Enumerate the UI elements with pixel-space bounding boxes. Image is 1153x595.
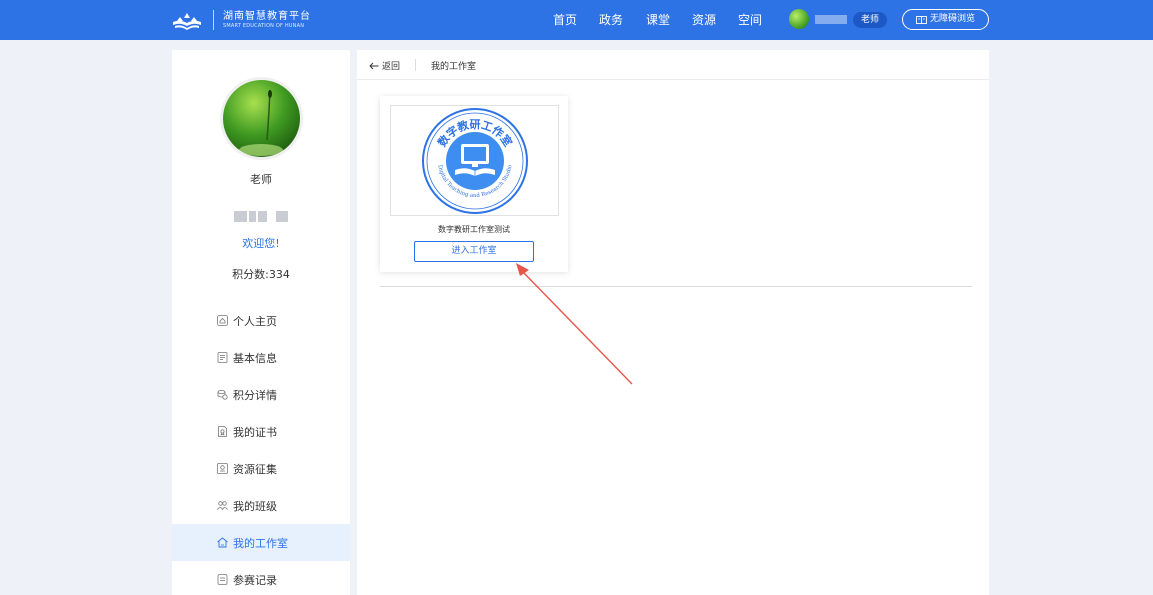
sidebar-item-basic-info[interactable]: 基本信息 [172,339,350,376]
sidebar-item-my-class[interactable]: 我的班级 [172,487,350,524]
points-value: 334 [268,268,290,281]
certificate-icon [218,426,227,437]
sidebar-item-points-detail[interactable]: 积分详情 [172,376,350,413]
resource-icon [217,463,228,474]
sidebar-item-resource-collection[interactable]: 资源征集 [172,450,350,487]
top-navigation-bar: 湖南智慧教育平台 SMART EDUCATION OF HUNAN 首页 政务 … [0,0,1153,40]
sidebar-item-label: 个人主页 [233,314,277,328]
platform-logo[interactable]: 湖南智慧教育平台 SMART EDUCATION OF HUNAN [172,7,311,33]
breadcrumb-divider [415,59,416,71]
accessibility-label: 无障碍浏览 [929,14,975,24]
studio-title: 数字教研工作室测试 [438,225,510,234]
accessibility-button[interactable]: 无障碍浏览 [902,9,989,30]
book-logo-icon [173,13,201,30]
sidebar-item-personal-home[interactable]: 个人主页 [172,302,350,339]
sidebar-item-label: 参赛记录 [233,573,277,587]
sidebar-item-label: 我的班级 [233,499,277,513]
accessibility-book-icon [916,15,927,24]
sidebar: 老师 欢迎您! 积分数:334 个人主页 基本信息 积分详情 我的证书 资源征集… [172,50,350,595]
nav-government[interactable]: 政务 [599,0,623,40]
role-badge: 老师 [853,12,887,28]
back-label: 返回 [382,62,401,72]
main-content: 返回 我的工作室 数字教研工作室 Digital Teaching and Re… [357,50,989,595]
sidebar-item-competition-records[interactable]: 参赛记录 [172,561,350,595]
enter-studio-button[interactable]: 进入工作室 [414,241,534,262]
nav-classroom[interactable]: 课堂 [646,0,670,40]
sidebar-item-label: 我的工作室 [233,536,288,550]
profile-avatar-image [223,80,300,157]
sidebar-item-my-studio[interactable]: 我的工作室 [172,524,350,561]
sidebar-item-label: 资源征集 [233,462,277,476]
coins-icon [217,389,228,400]
logo-divider [213,10,214,30]
nav-space[interactable]: 空间 [738,0,762,40]
logo-title: 湖南智慧教育平台 [223,10,311,22]
points-label: 积分数: [232,268,269,281]
points-summary: 积分数:334 [172,266,350,282]
sidebar-item-label: 基本信息 [233,351,277,365]
user-name-redacted[interactable] [815,15,847,24]
sidebar-item-label: 积分详情 [233,388,277,402]
sidebar-item-my-certificates[interactable]: 我的证书 [172,413,350,450]
user-avatar[interactable] [789,9,809,29]
breadcrumb-current: 我的工作室 [431,62,477,72]
arrow-left-icon [369,62,379,69]
sidebar-item-label: 我的证书 [233,425,277,439]
sidebar-menu: 个人主页 基本信息 积分详情 我的证书 资源征集 我的班级 我的工作室 参赛记录 [172,302,350,595]
profile-avatar[interactable] [223,80,300,157]
nav-resources[interactable]: 资源 [692,0,716,40]
breadcrumb: 返回 我的工作室 [357,50,989,80]
record-icon [217,574,228,585]
content-divider [380,286,972,287]
nav-home[interactable]: 首页 [553,0,577,40]
logo-subtitle: SMART EDUCATION OF HUNAN [223,22,305,29]
logo-text: 湖南智慧教育平台 SMART EDUCATION OF HUNAN [223,11,311,30]
profile-id-redacted [234,211,288,222]
back-button[interactable]: 返回 [369,59,400,72]
studio-logo-image[interactable]: 数字教研工作室 Digital Teaching and Research St… [390,105,559,216]
class-icon [217,501,228,511]
home-icon [217,315,228,326]
studio-emblem: 数字教研工作室 Digital Teaching and Research St… [422,108,528,214]
profile-name: 老师 [250,173,272,186]
welcome-text: 欢迎您! [242,237,280,250]
studio-card: 数字教研工作室 Digital Teaching and Research St… [380,96,568,272]
info-doc-icon [217,352,228,363]
studio-icon [217,537,228,548]
